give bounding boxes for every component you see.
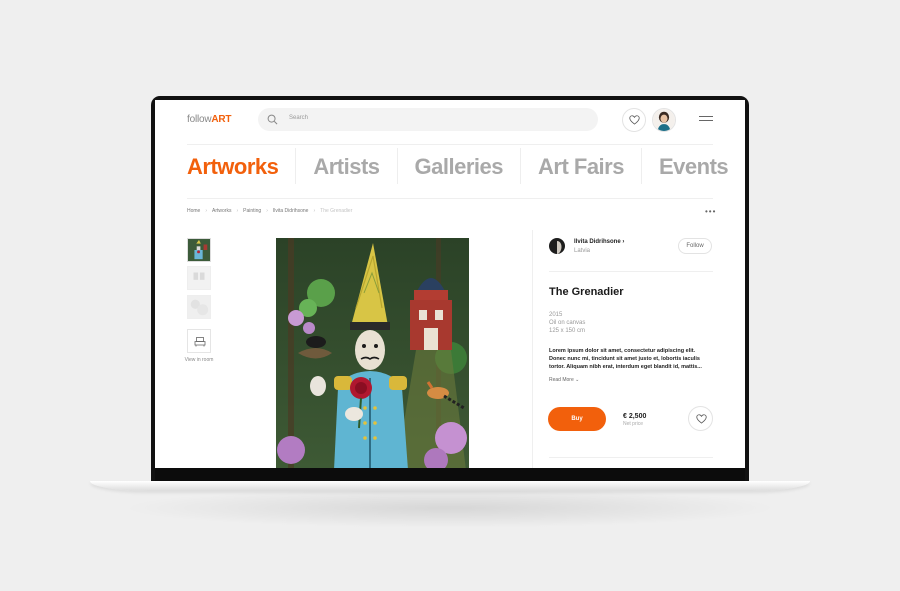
breadcrumb-painting[interactable]: Painting bbox=[243, 208, 261, 214]
breadcrumb-artist[interactable]: Ilvita Didrihsone bbox=[273, 208, 309, 214]
search-icon bbox=[267, 114, 278, 125]
breadcrumb: Home › Artworks › Painting › Ilvita Didrihs… bbox=[187, 208, 352, 214]
read-more-link[interactable]: Read More ⌄ bbox=[549, 377, 579, 383]
screen-bottom-bar bbox=[155, 468, 745, 481]
panel-divider-top bbox=[549, 271, 713, 272]
user-avatar[interactable] bbox=[652, 108, 676, 132]
thumbnail-detail-view[interactable] bbox=[187, 295, 211, 319]
artist-name: Ilvita Didrihsone bbox=[574, 239, 621, 245]
category-artworks[interactable]: Artworks bbox=[187, 148, 297, 184]
price-note: Net price bbox=[623, 421, 644, 427]
breadcrumb-separator: › bbox=[313, 208, 316, 214]
read-more-label: Read More bbox=[549, 377, 574, 383]
breadcrumb-home[interactable]: Home bbox=[187, 208, 200, 214]
thumbnail-detail-view-image bbox=[188, 296, 210, 318]
thumbnail-wall-view-image bbox=[188, 267, 210, 289]
category-galleries[interactable]: Galleries bbox=[398, 148, 521, 184]
category-nav: Artworks Artists Galleries Art Fairs Eve… bbox=[187, 148, 729, 198]
artwork-meta: 2015 Oil on canvas 125 x 150 cm bbox=[549, 311, 585, 335]
artist-avatar-image bbox=[549, 238, 565, 254]
logo-suffix: ART bbox=[211, 114, 232, 125]
chevron-down-icon: ⌄ bbox=[575, 377, 580, 383]
menu-icon[interactable] bbox=[699, 116, 713, 123]
artist-name-link[interactable]: Ilvita Didrihsone › bbox=[574, 239, 624, 245]
laptop-base bbox=[90, 481, 810, 491]
category-artists[interactable]: Artists bbox=[296, 148, 398, 184]
thumbnail-painting[interactable] bbox=[187, 238, 211, 262]
breadcrumb-separator: › bbox=[236, 208, 239, 214]
artwork-description: Lorem ipsum dolor sit amet, consectetur … bbox=[549, 348, 702, 370]
search-input[interactable]: Search bbox=[289, 115, 308, 121]
breadcrumb-separator: › bbox=[205, 208, 208, 214]
artwork-medium: Oil on canvas bbox=[549, 320, 586, 326]
artwork-year: 2015 bbox=[549, 312, 563, 318]
header-divider bbox=[187, 144, 713, 145]
category-art-fairs[interactable]: Art Fairs bbox=[521, 148, 642, 184]
thumbnail-painting-image bbox=[188, 239, 210, 261]
logo-prefix: follow bbox=[187, 114, 212, 125]
view-in-room-button[interactable] bbox=[187, 329, 211, 353]
thumbnail-wall-view[interactable] bbox=[187, 266, 211, 290]
view-in-room-label: View in room bbox=[184, 357, 214, 363]
artwork-title: The Grenadier bbox=[549, 286, 624, 298]
heart-icon bbox=[629, 115, 640, 125]
artist-avatar[interactable] bbox=[549, 238, 565, 254]
search-bar[interactable]: Search bbox=[258, 108, 598, 131]
breadcrumb-current: The Grenadier bbox=[320, 208, 353, 214]
category-events[interactable]: Events bbox=[642, 148, 745, 184]
panel-divider-bottom bbox=[549, 457, 713, 458]
artwork-size: 125 x 150 cm bbox=[549, 328, 586, 334]
sofa-icon bbox=[194, 337, 206, 347]
category-divider bbox=[187, 198, 713, 199]
panel-divider bbox=[532, 230, 533, 468]
buy-button[interactable]: Buy bbox=[548, 407, 606, 431]
add-to-favorites-button[interactable] bbox=[688, 406, 713, 431]
price-value: € 2,500 bbox=[623, 413, 647, 420]
artwork-painting bbox=[276, 238, 469, 468]
laptop-shadow bbox=[120, 488, 780, 528]
chevron-right-icon: › bbox=[622, 239, 625, 245]
heart-icon bbox=[696, 414, 707, 424]
user-avatar-image bbox=[653, 109, 675, 131]
favorites-button[interactable] bbox=[622, 108, 646, 132]
breadcrumb-artworks[interactable]: Artworks bbox=[212, 208, 231, 214]
logo[interactable]: followART bbox=[187, 114, 232, 125]
browser-screen: followART Search Artworks Artists Galler… bbox=[155, 100, 745, 468]
breadcrumb-separator: › bbox=[266, 208, 268, 214]
more-options-icon[interactable]: ••• bbox=[705, 207, 716, 216]
artist-country: Latvia bbox=[574, 248, 591, 254]
follow-button[interactable]: Follow bbox=[678, 238, 712, 254]
artwork-image[interactable] bbox=[276, 238, 469, 468]
